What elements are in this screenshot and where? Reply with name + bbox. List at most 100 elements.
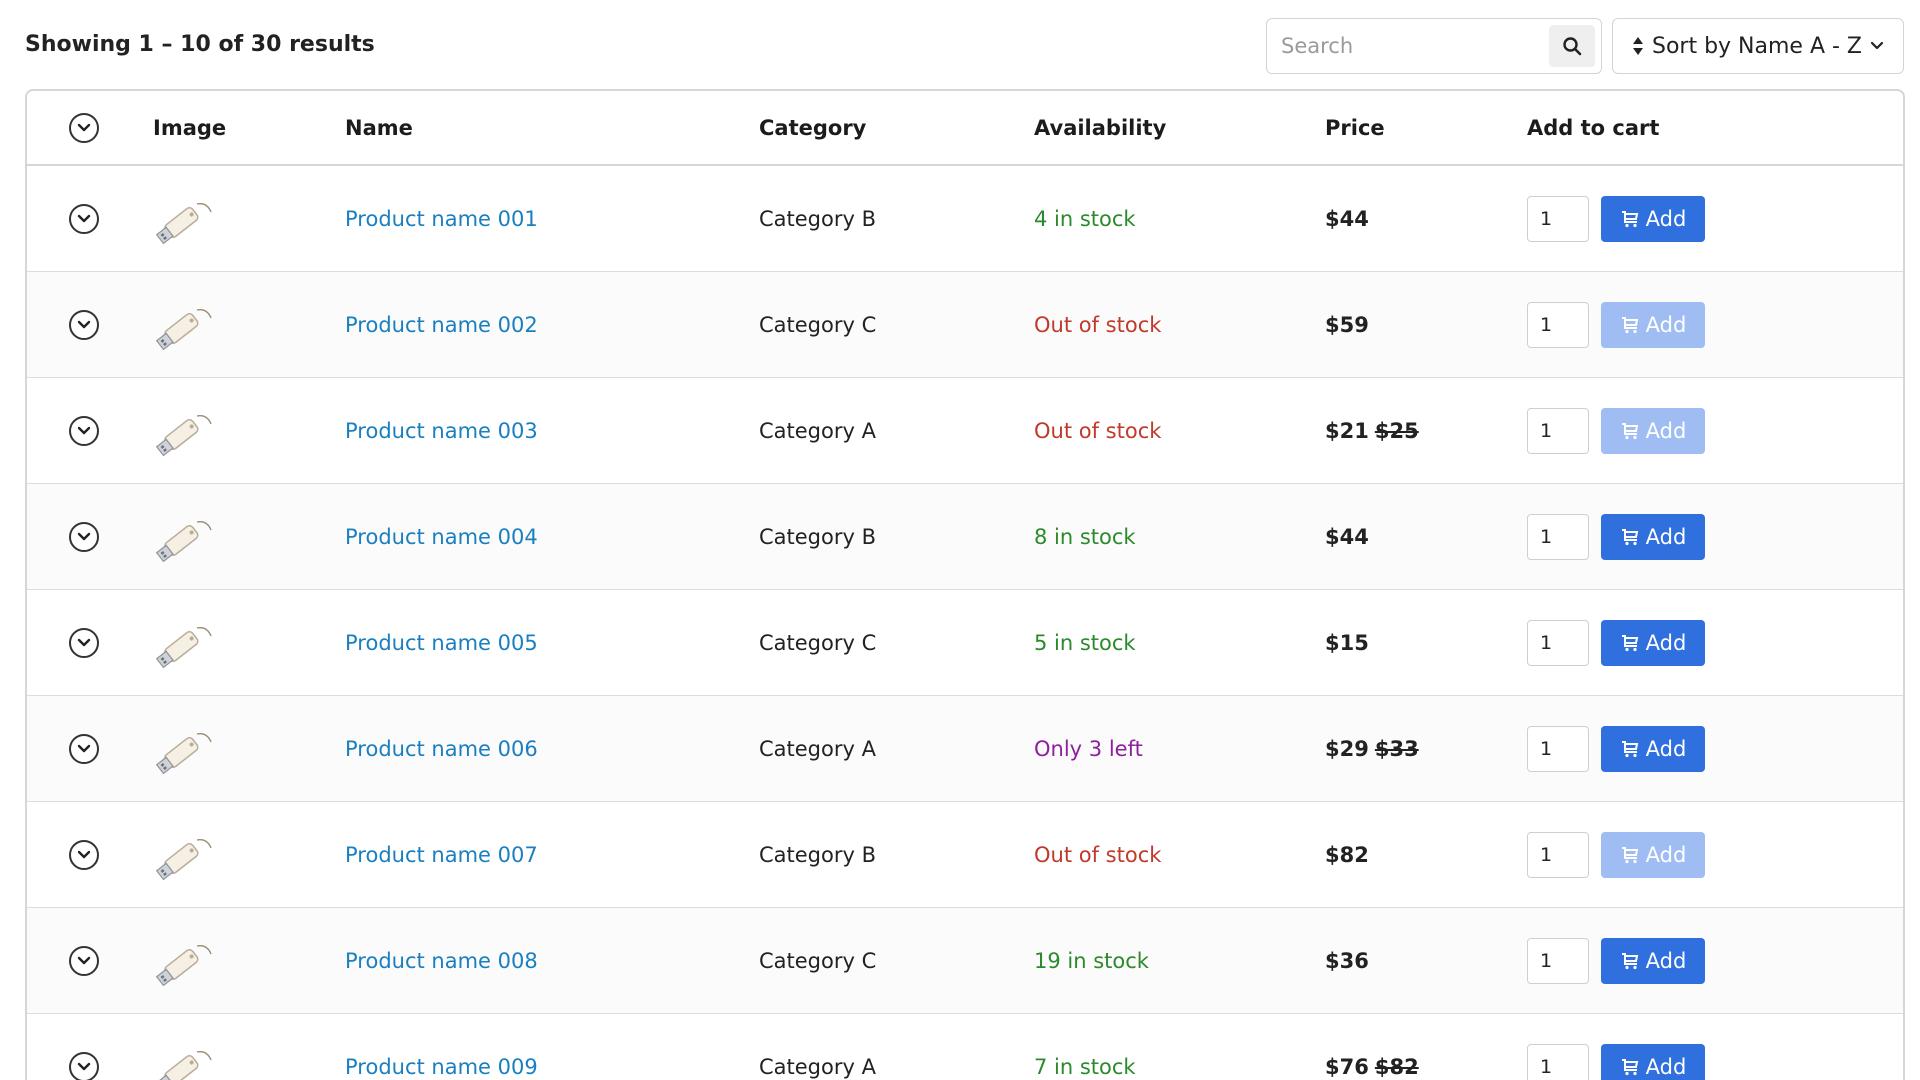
- quantity-input[interactable]: [1527, 513, 1589, 560]
- expand-row-toggle[interactable]: [69, 839, 99, 870]
- table-row: Product name 001 Category B 4 in stock $44 A…: [27, 166, 1903, 272]
- product-image[interactable]: [153, 908, 217, 1013]
- add-to-cart-button[interactable]: Add: [1601, 725, 1705, 772]
- product-image[interactable]: [153, 484, 217, 589]
- product-table: Image Name Category Availability Price A…: [25, 89, 1905, 1080]
- product-name-link[interactable]: Product name 005: [345, 631, 538, 655]
- product-image[interactable]: [153, 590, 217, 695]
- quantity-input[interactable]: [1527, 195, 1589, 242]
- product-name-link[interactable]: Product name 008: [345, 949, 538, 973]
- add-button-label: Add: [1645, 736, 1687, 761]
- product-name-link[interactable]: Product name 003: [345, 419, 538, 443]
- category-cell: Category B: [759, 802, 876, 907]
- price: $59: [1325, 313, 1369, 337]
- add-to-cart-button[interactable]: Add: [1601, 407, 1705, 454]
- column-header-name: Name: [345, 115, 413, 140]
- expand-row-toggle[interactable]: [69, 521, 99, 552]
- results-summary: Showing 1 – 10 of 30 results: [25, 32, 375, 57]
- usb-drive-icon: [155, 732, 212, 774]
- current-price: $21: [1325, 418, 1369, 443]
- cart-icon: [1621, 952, 1638, 969]
- cart-cell: Add: [1527, 590, 1705, 695]
- quantity-input[interactable]: [1527, 831, 1589, 878]
- stock-status: 4 in stock: [1034, 206, 1136, 231]
- product-name-link[interactable]: Product name 001: [345, 207, 538, 231]
- toggle-cell: [69, 1014, 99, 1080]
- quantity-input[interactable]: [1527, 619, 1589, 666]
- usb-drive-icon: [155, 944, 212, 986]
- chevron-down-icon: [77, 744, 91, 752]
- search-input[interactable]: [1267, 19, 1547, 73]
- expand-row-toggle[interactable]: [69, 1051, 99, 1080]
- add-to-cart-button[interactable]: Add: [1601, 937, 1705, 984]
- add-button-label: Add: [1645, 842, 1687, 867]
- product-name-link[interactable]: Product name 009: [345, 1055, 538, 1079]
- add-to-cart-button[interactable]: Add: [1601, 513, 1705, 560]
- cart-icon: [1621, 316, 1638, 333]
- expand-row-toggle[interactable]: [69, 203, 99, 234]
- name-cell: Product name 002: [345, 272, 538, 377]
- product-image[interactable]: [153, 696, 217, 801]
- usb-drive-icon: [155, 520, 212, 562]
- table-row: Product name 004 Category B 8 in stock $44 A…: [27, 484, 1903, 590]
- current-price: $29: [1325, 736, 1369, 761]
- product-image[interactable]: [153, 378, 217, 483]
- price-cell: $36: [1325, 908, 1369, 1013]
- product-image[interactable]: [153, 166, 217, 271]
- toggle-cell: [69, 272, 99, 377]
- chevron-down-icon: [1870, 41, 1884, 50]
- cart-cell: Add: [1527, 1014, 1705, 1080]
- stock-status: 5 in stock: [1034, 630, 1136, 655]
- toggle-cell: [69, 802, 99, 907]
- table-row: Product name 006 Category A Only 3 left $29…: [27, 696, 1903, 802]
- cart-cell: Add: [1527, 908, 1705, 1013]
- availability-cell: 5 in stock: [1034, 590, 1136, 695]
- add-to-cart-button[interactable]: Add: [1601, 1043, 1705, 1080]
- chevron-down-icon: [77, 638, 91, 646]
- add-to-cart-button[interactable]: Add: [1601, 301, 1705, 348]
- product-name-link[interactable]: Product name 004: [345, 525, 538, 549]
- category-cell: Category B: [759, 484, 876, 589]
- name-cell: Product name 008: [345, 908, 538, 1013]
- add-button-label: Add: [1645, 524, 1687, 549]
- stock-status: Out of stock: [1034, 842, 1162, 867]
- quantity-input[interactable]: [1527, 937, 1589, 984]
- product-image[interactable]: [153, 1014, 217, 1080]
- column-header-availability: Availability: [1034, 115, 1167, 140]
- price: $76 $82: [1325, 1055, 1419, 1079]
- cart-icon: [1621, 1058, 1638, 1075]
- name-cell: Product name 003: [345, 378, 538, 483]
- product-name-link[interactable]: Product name 002: [345, 313, 538, 337]
- name-cell: Product name 006: [345, 696, 538, 801]
- cart-cell: Add: [1527, 166, 1705, 271]
- usb-drive-icon: [155, 202, 212, 244]
- expand-row-toggle[interactable]: [69, 627, 99, 658]
- quantity-input[interactable]: [1527, 725, 1589, 772]
- search-button[interactable]: [1549, 25, 1595, 67]
- chevron-down-icon: [77, 956, 91, 964]
- quantity-input[interactable]: [1527, 1043, 1589, 1080]
- header-toggle-cell: [69, 91, 99, 164]
- product-name-link[interactable]: Product name 006: [345, 737, 538, 761]
- add-to-cart-button[interactable]: Add: [1601, 831, 1705, 878]
- add-to-cart-button[interactable]: Add: [1601, 619, 1705, 666]
- expand-row-toggle[interactable]: [69, 945, 99, 976]
- expand-row-toggle[interactable]: [69, 415, 99, 446]
- sort-label: Sort by Name A - Z: [1651, 33, 1862, 59]
- expand-all-toggle[interactable]: [69, 112, 99, 143]
- availability-cell: Out of stock: [1034, 272, 1161, 377]
- category-cell: Category C: [759, 908, 876, 1013]
- name-cell: Product name 004: [345, 484, 538, 589]
- toggle-cell: [69, 166, 99, 271]
- product-image[interactable]: [153, 802, 217, 907]
- product-name-link[interactable]: Product name 007: [345, 843, 538, 867]
- product-image[interactable]: [153, 272, 217, 377]
- quantity-input[interactable]: [1527, 407, 1589, 454]
- expand-row-toggle[interactable]: [69, 309, 99, 340]
- quantity-input[interactable]: [1527, 301, 1589, 348]
- add-to-cart-button[interactable]: Add: [1601, 195, 1705, 242]
- column-header-image: Image: [153, 115, 227, 140]
- availability-cell: Out of stock: [1034, 802, 1161, 907]
- expand-row-toggle[interactable]: [69, 733, 99, 764]
- sort-button[interactable]: Sort by Name A - Z: [1612, 18, 1904, 74]
